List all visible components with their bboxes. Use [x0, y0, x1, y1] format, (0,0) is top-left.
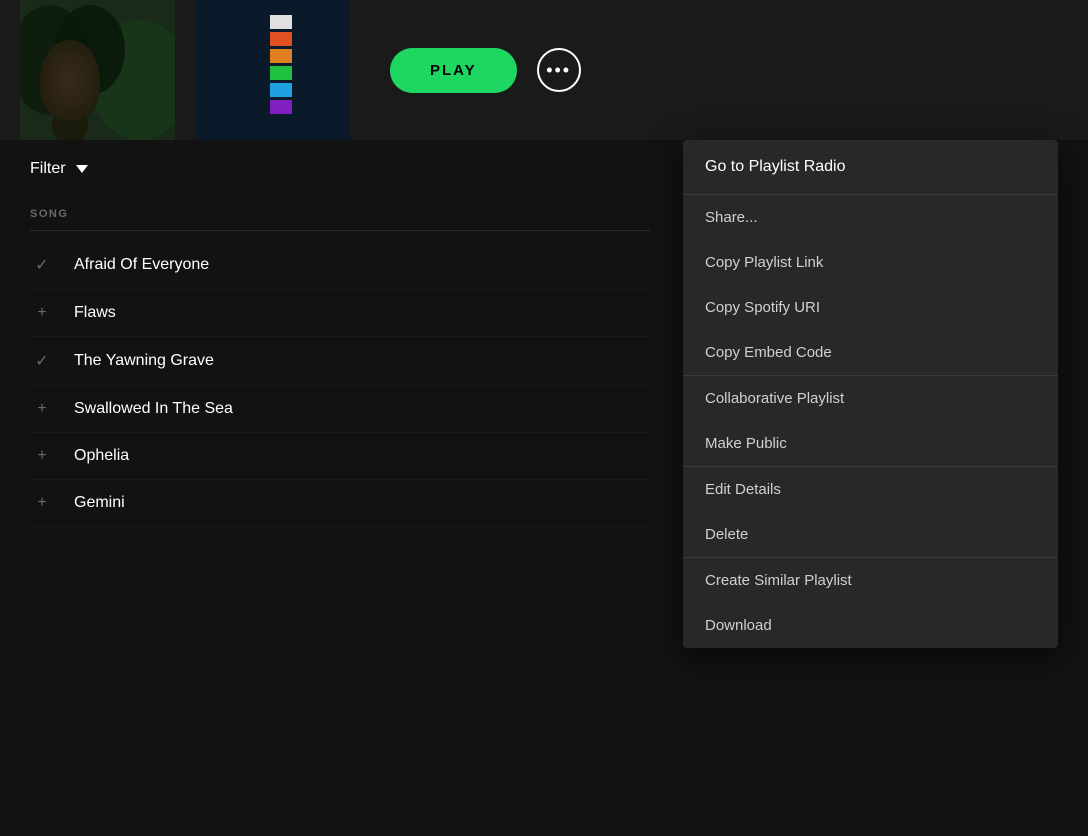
menu-section-collab: Collaborative Playlist Make Public — [683, 376, 1058, 467]
delete-label: Delete — [705, 526, 748, 543]
list-item: + Swallowed In The Sea — [30, 386, 650, 433]
controls-area: PLAY ••• — [390, 48, 581, 93]
more-dots-icon: ••• — [546, 60, 571, 81]
menu-section-share: Share... Copy Playlist Link Copy Spotify… — [683, 195, 1058, 376]
header-area: PLAY ••• — [0, 0, 1088, 140]
make-public-label: Make Public — [705, 435, 787, 452]
delete-item[interactable]: Delete — [683, 512, 1058, 557]
plus-icon: + — [30, 447, 54, 465]
go-to-playlist-radio-label: Go to Playlist Radio — [705, 158, 846, 176]
go-to-playlist-radio-item[interactable]: Go to Playlist Radio — [683, 140, 1058, 194]
play-button[interactable]: PLAY — [390, 48, 517, 93]
plus-icon: + — [30, 494, 54, 512]
download-label: Download — [705, 617, 772, 634]
song-title: Afraid Of Everyone — [74, 256, 209, 274]
share-label: Share... — [705, 209, 758, 226]
song-title: The Yawning Grave — [74, 352, 214, 370]
song-title: Ophelia — [74, 447, 129, 465]
song-column-header: SONG — [30, 198, 650, 231]
create-similar-playlist-item[interactable]: Create Similar Playlist — [683, 558, 1058, 603]
edit-details-item[interactable]: Edit Details — [683, 467, 1058, 512]
download-item[interactable]: Download — [683, 603, 1058, 648]
copy-embed-code-label: Copy Embed Code — [705, 344, 832, 361]
make-public-item[interactable]: Make Public — [683, 421, 1058, 466]
copy-spotify-uri-label: Copy Spotify URI — [705, 299, 820, 316]
menu-section-create: Create Similar Playlist Download — [683, 558, 1058, 648]
main-content: Filter SONG ✓ Afraid Of Everyone + Flaws… — [0, 140, 680, 836]
list-item: ✓ The Yawning Grave — [30, 337, 650, 386]
more-options-button[interactable]: ••• — [537, 48, 581, 92]
collaborative-playlist-label: Collaborative Playlist — [705, 390, 844, 407]
list-item: ✓ Afraid Of Everyone — [30, 241, 650, 290]
edit-details-label: Edit Details — [705, 481, 781, 498]
menu-section-edit: Edit Details Delete — [683, 467, 1058, 558]
share-item[interactable]: Share... — [683, 195, 1058, 240]
plus-icon: + — [30, 400, 54, 418]
collaborative-playlist-item[interactable]: Collaborative Playlist — [683, 376, 1058, 421]
filter-label-text: Filter — [30, 160, 66, 178]
song-title: Flaws — [74, 304, 116, 322]
context-menu: Go to Playlist Radio Share... Copy Playl… — [683, 140, 1058, 648]
album-art-right — [195, 0, 350, 140]
song-list: ✓ Afraid Of Everyone + Flaws ✓ The Yawni… — [30, 241, 650, 527]
menu-section-radio: Go to Playlist Radio — [683, 140, 1058, 195]
album-art-left — [20, 0, 175, 140]
create-similar-playlist-label: Create Similar Playlist — [705, 572, 852, 589]
filter-arrow-icon — [76, 160, 88, 178]
song-title: Gemini — [74, 494, 125, 512]
list-item: + Gemini — [30, 480, 650, 527]
list-item: + Flaws — [30, 290, 650, 337]
check-icon: ✓ — [30, 255, 54, 275]
song-title: Swallowed In The Sea — [74, 400, 233, 418]
copy-playlist-link-item[interactable]: Copy Playlist Link — [683, 240, 1058, 285]
copy-embed-code-item[interactable]: Copy Embed Code — [683, 330, 1058, 375]
list-item: + Ophelia — [30, 433, 650, 480]
copy-playlist-link-label: Copy Playlist Link — [705, 254, 823, 271]
copy-spotify-uri-item[interactable]: Copy Spotify URI — [683, 285, 1058, 330]
filter-section: Filter — [30, 160, 650, 178]
check-icon: ✓ — [30, 351, 54, 371]
plus-icon: + — [30, 304, 54, 322]
